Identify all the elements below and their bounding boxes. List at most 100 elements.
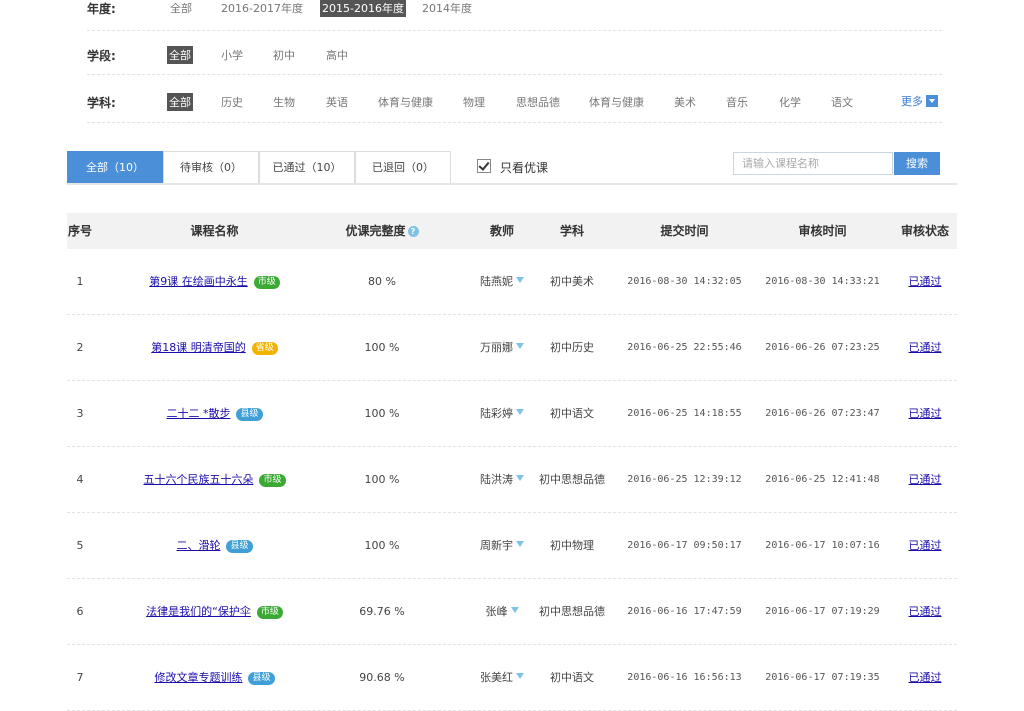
help-icon[interactable]: ? <box>407 226 419 237</box>
subject-option-chemistry[interactable]: 化学 <box>779 94 801 110</box>
table-row: 3 二十二 *散步 县级 100 % 陆彩婷 初中语文 2016-06-25 14:18:5… <box>67 381 957 447</box>
cell-completeness: 100 % <box>364 407 400 420</box>
cell-course: 第18课 明清帝国的 省级 <box>107 315 322 381</box>
subject-option-music[interactable]: 音乐 <box>726 94 748 110</box>
chevron-down-icon <box>926 95 938 107</box>
subject-option-pe-2[interactable]: 体育与健康 <box>589 94 644 110</box>
filter-icon[interactable] <box>510 607 519 613</box>
cell-index: 1 <box>76 275 84 288</box>
cell-status: 已通过 <box>895 249 955 315</box>
tab-returned[interactable]: 已退回（0） <box>355 151 451 183</box>
year-option-2014[interactable]: 2014年度 <box>422 0 472 16</box>
teacher-name: 陆燕妮 <box>480 275 513 288</box>
subject-option-all[interactable]: 全部 <box>167 93 193 111</box>
cell-index: 6 <box>76 605 84 618</box>
cell-completeness: 100 % <box>364 539 400 552</box>
subject-option-pe[interactable]: 体育与健康 <box>378 94 433 110</box>
level-badge: 市级 <box>253 275 280 289</box>
cell-index: 5 <box>76 539 84 552</box>
cell-subject: 初中物理 <box>550 539 594 552</box>
course-link[interactable]: 第18课 明清帝国的 <box>151 341 246 354</box>
only-excellent-checkbox[interactable] <box>477 159 491 173</box>
header-completeness-label: 优课完整度 <box>345 224 406 238</box>
course-link[interactable]: 五十六个民族五十六朵 <box>143 473 253 486</box>
cell-submitted: 2016-06-17 09:50:17 <box>627 540 742 551</box>
status-link[interactable]: 已通过 <box>909 671 942 684</box>
cell-index: 2 <box>76 341 84 354</box>
stage-option-senior[interactable]: 高中 <box>326 47 348 63</box>
tab-all[interactable]: 全部（10） <box>67 151 163 183</box>
year-option-all[interactable]: 全部 <box>170 0 192 16</box>
status-link[interactable]: 已通过 <box>909 341 942 354</box>
cell-status: 已通过 <box>895 447 955 513</box>
status-link[interactable]: 已通过 <box>909 407 942 420</box>
status-link[interactable]: 已通过 <box>909 605 942 618</box>
course-link[interactable]: 二十二 *散步 <box>166 407 230 420</box>
cell-reviewed: 2016-08-30 14:33:21 <box>765 276 880 287</box>
subject-option-biology[interactable]: 生物 <box>273 94 295 110</box>
course-link[interactable]: 第9课 在绘画中永生 <box>149 275 248 288</box>
cell-subject: 初中美术 <box>550 275 594 288</box>
course-link[interactable]: 法律是我们的“保护伞 <box>146 605 251 618</box>
table-row: 5 二、滑轮 县级 100 % 周新宇 初中物理 2016-06-17 09:50:17 20… <box>67 513 957 579</box>
table-row: 2 第18课 明清帝国的 省级 100 % 万丽娜 初中历史 2016-06-25 22:5… <box>67 315 957 381</box>
status-link[interactable]: 已通过 <box>909 275 942 288</box>
tab-pending[interactable]: 待审核（0） <box>163 151 259 183</box>
tabs-divider <box>67 183 957 185</box>
filter-icon[interactable] <box>516 475 524 481</box>
cell-submitted: 2016-06-16 17:47:59 <box>627 606 742 617</box>
subject-option-physics[interactable]: 物理 <box>463 94 485 110</box>
stage-option-all[interactable]: 全部 <box>167 46 193 64</box>
cell-reviewed: 2016-06-25 12:41:48 <box>765 474 880 485</box>
year-filter-label: 年度: <box>87 2 116 16</box>
stage-option-junior[interactable]: 初中 <box>273 47 295 63</box>
cell-teacher: 张美红 <box>467 645 537 711</box>
filter-icon[interactable] <box>516 343 524 349</box>
tab-approved[interactable]: 已通过（10） <box>259 151 355 183</box>
subject-option-morality[interactable]: 思想品德 <box>516 94 560 110</box>
level-badge: 县级 <box>248 671 275 685</box>
cell-course: 五十六个民族五十六朵 市级 <box>107 447 322 513</box>
search-button[interactable]: 搜索 <box>894 152 940 175</box>
subject-option-art[interactable]: 美术 <box>674 94 696 110</box>
more-subjects-label: 更多 <box>901 95 923 108</box>
more-subjects-button[interactable]: 更多 <box>901 93 938 109</box>
cell-course: 二、滑轮 县级 <box>107 513 322 579</box>
cell-completeness: 90.68 % <box>359 671 405 684</box>
header-teacher: 教师 <box>489 224 514 238</box>
course-link[interactable]: 修改文章专题训练 <box>154 671 242 684</box>
subject-option-history[interactable]: 历史 <box>221 94 243 110</box>
status-link[interactable]: 已通过 <box>909 539 942 552</box>
filter-icon[interactable] <box>516 541 524 547</box>
filter-icon[interactable] <box>516 277 524 283</box>
header-status: 审核状态 <box>900 224 949 238</box>
cell-subject: 初中思想品德 <box>539 605 605 618</box>
course-link[interactable]: 二、滑轮 <box>176 539 220 552</box>
level-badge: 县级 <box>226 539 253 553</box>
cell-teacher: 张峰 <box>467 579 537 645</box>
course-search-input[interactable]: 请输入课程名称 <box>733 152 893 175</box>
cell-submitted: 2016-06-25 14:18:55 <box>627 408 742 419</box>
cell-submitted: 2016-06-25 22:55:46 <box>627 342 742 353</box>
header-index: 序号 <box>67 224 92 238</box>
cell-subject: 初中历史 <box>550 341 594 354</box>
subject-option-english[interactable]: 英语 <box>326 94 348 110</box>
table-row: 7 修改文章专题训练 县级 90.68 % 张美红 初中语文 2016-06-16 16:5… <box>67 645 957 711</box>
cell-teacher: 陆洪涛 <box>467 447 537 513</box>
filter-icon[interactable] <box>516 409 524 415</box>
subject-option-chinese[interactable]: 语文 <box>831 94 853 110</box>
cell-completeness: 80 % <box>368 275 396 288</box>
cell-index: 3 <box>76 407 84 420</box>
year-option-2015-2016[interactable]: 2015-2016年度 <box>320 0 406 17</box>
stage-filter-row: 学段: 全部 小学 初中 高中 <box>87 30 942 75</box>
cell-submitted: 2016-06-16 16:56:13 <box>627 672 742 683</box>
cell-subject: 初中语文 <box>550 671 594 684</box>
year-option-2016-2017[interactable]: 2016-2017年度 <box>221 0 303 16</box>
status-link[interactable]: 已通过 <box>909 473 942 486</box>
table-row: 4 五十六个民族五十六朵 市级 100 % 陆洪涛 初中思想品德 2016-06-25 12… <box>67 447 957 513</box>
filter-icon[interactable] <box>516 673 524 679</box>
header-subject: 学科 <box>559 224 584 238</box>
stage-option-primary[interactable]: 小学 <box>221 47 243 63</box>
header-course: 课程名称 <box>190 224 239 238</box>
cell-teacher: 万丽娜 <box>467 315 537 381</box>
